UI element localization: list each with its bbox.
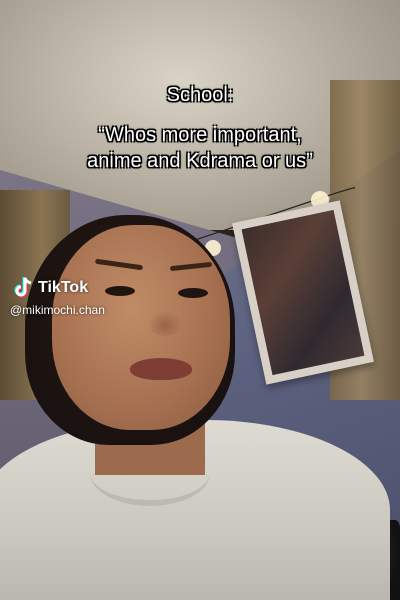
left-eye — [105, 286, 135, 296]
tiktok-logo-icon — [14, 277, 32, 298]
shirt-collar — [90, 440, 210, 506]
video-frame: School: “Whos more important, anime and … — [0, 0, 400, 600]
poster-artwork — [241, 209, 365, 376]
caption-quote-line-1: “Whos more important, — [98, 124, 302, 146]
nose — [148, 310, 182, 336]
caption-quote-line-2: anime and Kdrama or us” — [87, 150, 313, 172]
mouth — [130, 358, 192, 380]
creator-handle: @mikimochi.chan — [10, 303, 105, 317]
face — [52, 225, 230, 430]
caption-heading: School: — [166, 84, 234, 106]
tiktok-watermark: TikTok — [12, 276, 88, 300]
caption-quote: “Whos more important, anime and Kdrama o… — [0, 122, 400, 174]
right-eye — [178, 288, 208, 298]
tiktok-brand-label: TikTok — [38, 279, 89, 296]
